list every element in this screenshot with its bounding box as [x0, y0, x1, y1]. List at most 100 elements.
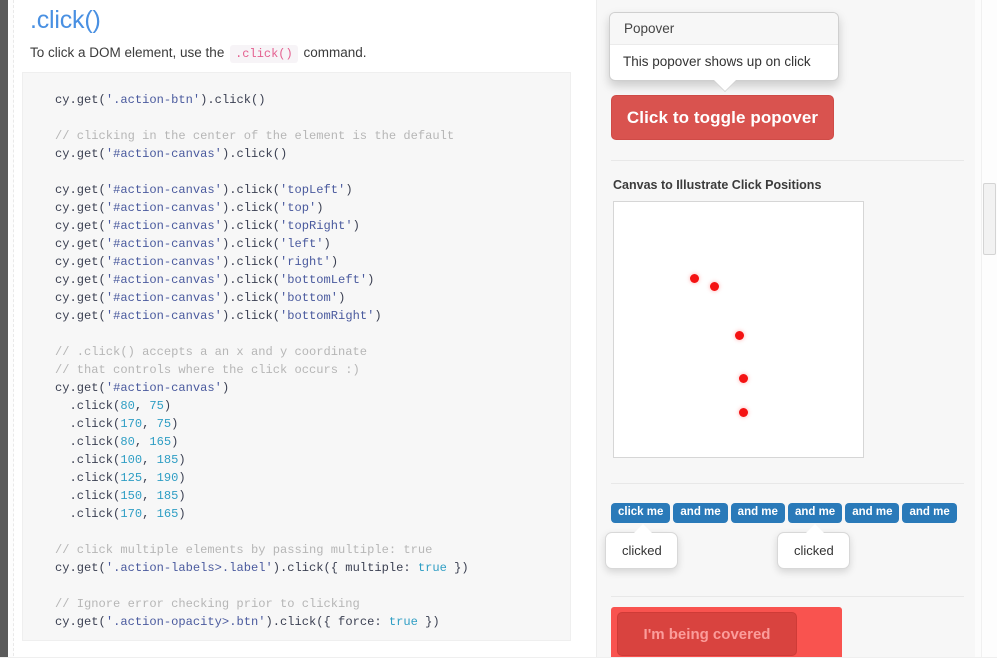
code-token: cy.get(: [55, 219, 106, 233]
code-token: ): [178, 507, 186, 521]
page-title: .click(): [30, 6, 101, 34]
tooltip-clicked-1: clicked: [605, 524, 678, 569]
code-token: 'topLeft': [280, 183, 346, 197]
code-line: cy.get('#action-canvas').click('topLeft'…: [55, 181, 570, 199]
code-token: 'bottomRight': [280, 309, 375, 323]
code-token: ): [323, 237, 331, 251]
code-token: .click(: [55, 507, 121, 521]
code-token: 185: [156, 489, 179, 503]
demo-inner: Popover This popover shows up on click C…: [597, 0, 978, 661]
popover-arrow-icon: [714, 80, 736, 91]
tooltip-text: clicked: [622, 543, 662, 558]
code-token: ): [338, 291, 346, 305]
code-token: 100: [120, 453, 143, 467]
code-token: 150: [120, 489, 143, 503]
action-label[interactable]: and me: [730, 503, 785, 523]
tooltip-text: clicked: [794, 543, 834, 558]
code-token: 170: [120, 507, 143, 521]
action-label[interactable]: and me: [902, 503, 957, 523]
code-token: ): [330, 255, 339, 269]
action-canvas[interactable]: [613, 201, 864, 458]
code-token: // click multiple elements by passing mu…: [55, 543, 433, 557]
code-token: ).click(: [221, 255, 280, 269]
popover-body: This popover shows up on click: [623, 54, 811, 69]
popover-title: Popover: [610, 13, 838, 45]
code-token: 80: [120, 399, 135, 413]
code-token: .click(: [55, 435, 121, 449]
code-token: ).click(: [221, 237, 280, 251]
code-line: .click(80, 75): [55, 397, 570, 415]
code-token: 125: [120, 471, 143, 485]
code-line: cy.get('#action-canvas').click('top'): [55, 199, 570, 217]
click-marker-dot: [739, 408, 748, 417]
code-token: ): [345, 183, 353, 197]
code-line: // .click() accepts a an x and y coordin…: [55, 343, 570, 361]
docs-column: .click() To click a DOM element, use the…: [14, 0, 595, 661]
demo-column: Popover This popover shows up on click C…: [596, 0, 977, 661]
code-token: ): [171, 417, 179, 431]
code-token: ,: [142, 507, 157, 521]
code-token: ).click(: [221, 309, 280, 323]
code-example-block: cy.get('.action-btn').click() // clickin…: [22, 72, 571, 641]
click-marker-dot: [710, 282, 719, 291]
code-line: cy.get('#action-canvas').click('left'): [55, 235, 570, 253]
code-token: 165: [149, 435, 172, 449]
code-token: .click(: [55, 399, 121, 413]
code-token: ).click(: [221, 219, 280, 233]
code-token: ): [316, 201, 324, 215]
window-bottom-edge: [0, 657, 997, 661]
page-scrollbar-thumb[interactable]: [983, 183, 996, 255]
code-token: ).click(: [221, 273, 280, 287]
click-marker-dot: [690, 274, 699, 283]
code-token: ): [221, 381, 230, 395]
code-token: 'right': [280, 255, 331, 269]
code-line: .click(80, 165): [55, 433, 570, 451]
code-token: true: [417, 561, 447, 575]
toggle-popover-button[interactable]: Click to toggle popover: [611, 95, 834, 140]
code-token: .click(: [55, 489, 121, 503]
canvas-section-label: Canvas to Illustrate Click Positions: [613, 178, 822, 192]
code-token: // .click() accepts a an x and y coordin…: [55, 345, 368, 359]
action-label[interactable]: and me: [787, 503, 843, 523]
code-token: '#action-canvas': [105, 183, 222, 197]
page-root: .click() To click a DOM element, use the…: [0, 0, 997, 661]
covered-button[interactable]: I'm being covered: [617, 612, 797, 656]
code-line: .click(170, 75): [55, 415, 570, 433]
code-line: cy.get('.action-btn').click(): [55, 91, 570, 109]
code-token: cy.get(: [55, 309, 106, 323]
code-token: ): [352, 219, 360, 233]
tooltip-arrow-icon: [634, 524, 652, 533]
code-token: cy.get(: [55, 273, 106, 287]
code-token: ): [374, 309, 382, 323]
code-token: 'bottomLeft': [280, 273, 368, 287]
code-token: .click(: [55, 471, 121, 485]
code-token: ,: [142, 417, 157, 431]
code-token: ).click(): [200, 93, 266, 107]
code-line: cy.get('#action-canvas'): [55, 379, 570, 397]
action-label[interactable]: click me: [611, 503, 671, 523]
action-label[interactable]: and me: [845, 503, 900, 523]
action-label[interactable]: and me: [673, 503, 728, 523]
code-token: // clicking in the center of the element…: [55, 129, 455, 143]
code-line: cy.get('#action-canvas').click(): [55, 145, 570, 163]
code-token: 170: [120, 417, 143, 431]
code-token: }): [417, 615, 440, 629]
code-line: // click multiple elements by passing mu…: [55, 541, 570, 559]
code-line: .click(100, 185): [55, 451, 570, 469]
code-line: cy.get('#action-canvas').click('topRight…: [55, 217, 570, 235]
code-token: 185: [156, 453, 179, 467]
code-line: // that controls where the click occurs …: [55, 361, 570, 379]
code-token: .click(: [55, 453, 121, 467]
intro-paragraph: To click a DOM element, use the .click()…: [30, 45, 367, 63]
code-token: '#action-canvas': [105, 237, 222, 251]
code-line: .click(150, 185): [55, 487, 570, 505]
divider-top: [611, 160, 964, 161]
code-token: 'bottom': [280, 291, 339, 305]
code-token: ).click(: [221, 291, 280, 305]
page-scrollbar-track[interactable]: [981, 0, 997, 661]
code-token: 75: [156, 417, 172, 431]
